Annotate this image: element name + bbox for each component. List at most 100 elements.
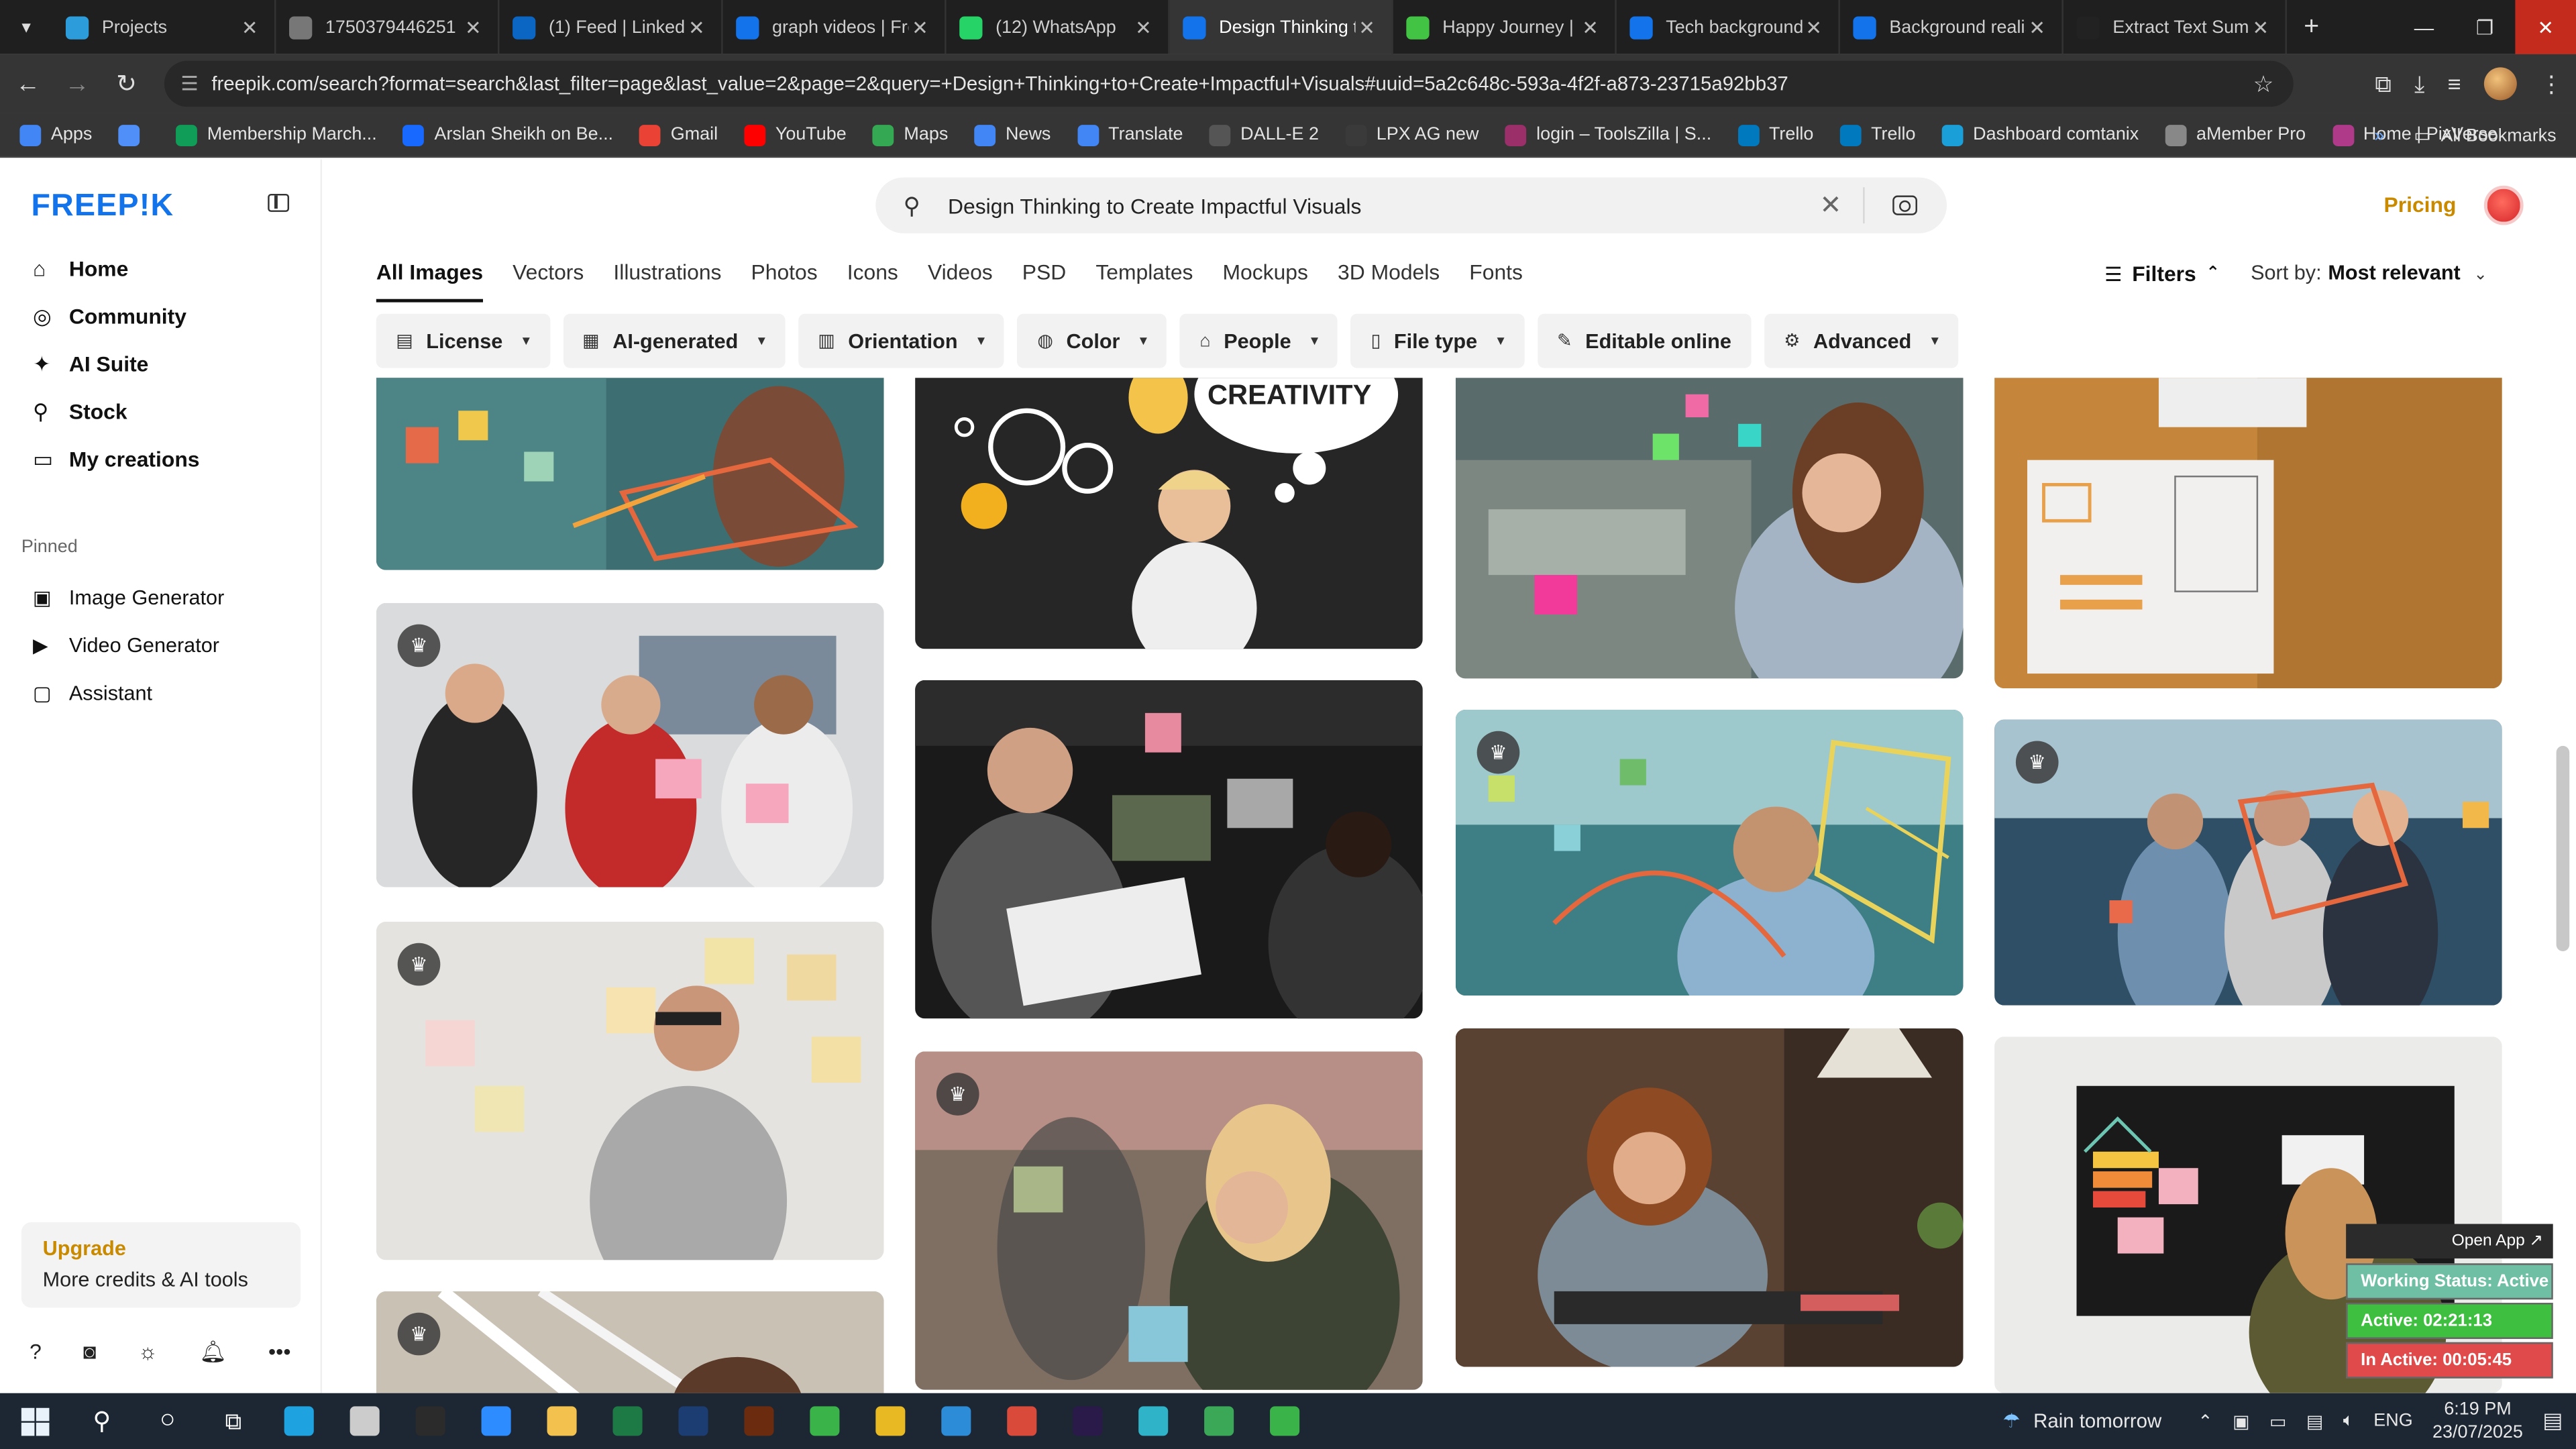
image-result[interactable]: CREATIVITY — [915, 378, 1423, 649]
tab-close-icon[interactable]: ✕ — [1803, 15, 1825, 38]
sidebar-collapse-icon[interactable] — [268, 193, 290, 212]
browser-tab[interactable]: (12) WhatsApp ✕ — [947, 0, 1170, 54]
pen-icon[interactable] — [332, 1393, 398, 1449]
image-result[interactable] — [915, 680, 1423, 1019]
language-indicator[interactable]: ENG — [2373, 1411, 2412, 1431]
page-scrollbar[interactable] — [2556, 745, 2570, 951]
tab-psd[interactable]: PSD — [1022, 260, 1066, 303]
tab-close-icon[interactable]: ✕ — [462, 15, 484, 38]
browser-tab[interactable]: Projects ✕ — [52, 0, 276, 54]
bookmark-item[interactable]: Translate — [1077, 123, 1183, 146]
user-avatar[interactable] — [2483, 185, 2524, 225]
premiere-icon[interactable] — [1055, 1393, 1120, 1449]
filter-people-dropdown[interactable]: ⌂ People ▾ — [1179, 313, 1338, 368]
browser-menu-icon[interactable]: ⋮ — [2540, 70, 2563, 98]
tab-close-icon[interactable]: ✕ — [2249, 15, 2272, 38]
terminal-icon[interactable] — [398, 1393, 464, 1449]
sidebar-item-home[interactable]: ⌂ Home — [0, 245, 322, 292]
site-info-icon[interactable]: ☰ — [180, 72, 198, 95]
tab-icons[interactable]: Icons — [847, 260, 898, 303]
bookmark-item[interactable]: login – ToolsZilla | S... — [1505, 123, 1711, 146]
tab-close-icon[interactable]: ✕ — [908, 15, 931, 38]
bookmark-item[interactable]: YouTube — [744, 123, 847, 146]
tab-all-images[interactable]: All Images — [376, 260, 484, 303]
browser-tab[interactable]: graph videos | Free✕ — [723, 0, 947, 54]
tab-close-icon[interactable]: ✕ — [685, 15, 708, 38]
extensions-icon[interactable]: ⧉ — [2375, 70, 2391, 98]
tab-vectors[interactable]: Vectors — [513, 260, 584, 303]
bookmark-item[interactable]: Trello — [1737, 123, 1813, 146]
downloads-icon[interactable]: ⤓ — [2414, 70, 2424, 98]
filters-toggle-button[interactable]: ☰ Filters ⌃ — [2104, 261, 2220, 286]
image-result[interactable]: ♛ — [376, 1291, 884, 1393]
illustrator-icon[interactable] — [726, 1393, 792, 1449]
image-result[interactable] — [1455, 1028, 1964, 1367]
filter-license-dropdown[interactable]: ▤ License ▾ — [376, 313, 550, 368]
image-result[interactable]: ♛ — [1994, 719, 2502, 1006]
camtasia-alt-icon[interactable] — [1252, 1393, 1318, 1449]
filter-ai-generated-dropdown[interactable]: ▦ AI-generated ▾ — [562, 313, 786, 368]
image-result[interactable]: ♛ — [376, 921, 884, 1260]
restore-icon[interactable]: ❐ — [2455, 0, 2516, 54]
filter-advanced-dropdown[interactable]: ⚙ Advanced ▾ — [1764, 313, 1959, 368]
new-tab-button[interactable]: + — [2287, 12, 2336, 42]
bookmark-item[interactable]: News — [974, 123, 1051, 146]
image-result[interactable]: ♛ — [1455, 709, 1964, 996]
bookmark-item[interactable]: DALL-E 2 — [1209, 123, 1319, 146]
tray-chevron-icon[interactable]: ⌃ — [2198, 1410, 2213, 1432]
tab-close-icon[interactable]: ✕ — [2026, 15, 2049, 38]
bookmark-item[interactable]: Gmail — [639, 123, 718, 146]
bookmark-item[interactable]: LPX AG new — [1345, 123, 1479, 146]
vscode-icon[interactable] — [923, 1393, 989, 1449]
freepik-logo[interactable]: FREEP!K — [32, 189, 174, 225]
camera-tray-icon[interactable]: ▣ — [2233, 1410, 2249, 1432]
browser-tab[interactable]: Tech background ✕ — [1617, 0, 1840, 54]
url-input[interactable]: ☰ freepik.com/search?format=search&last_… — [164, 60, 2294, 107]
pricing-link[interactable]: Pricing — [2383, 193, 2456, 217]
zoom-icon[interactable] — [464, 1393, 529, 1449]
tab-illustrations[interactable]: Illustrations — [613, 260, 721, 303]
tab-close-icon[interactable]: ✕ — [1578, 15, 1601, 38]
chrome-icon[interactable] — [857, 1393, 923, 1449]
bookmark-star-icon[interactable]: ☆ — [2253, 70, 2274, 98]
image-result[interactable] — [376, 378, 884, 570]
tab-close-icon[interactable]: ✕ — [1132, 15, 1155, 38]
more-bookmarks-icon[interactable]: » — [2374, 125, 2384, 145]
filter-editable-online-dropdown[interactable]: ✎ Editable online — [1537, 313, 1752, 368]
reload-icon[interactable]: ↻ — [102, 69, 151, 99]
reading-list-icon[interactable]: ≡ — [2448, 70, 2461, 97]
tab-search-icon[interactable]: ▾ — [0, 0, 52, 54]
camera-search-icon[interactable] — [1892, 195, 1917, 215]
photoshop-icon[interactable] — [660, 1393, 726, 1449]
tab-mockups[interactable]: Mockups — [1223, 260, 1308, 303]
sort-dropdown[interactable]: Sort by: Most relevant ⌄ — [2251, 261, 2487, 284]
volume-icon[interactable]: 🔈︎ — [2343, 1410, 2354, 1432]
tab-3d-models[interactable]: 3D Models — [1338, 260, 1440, 303]
image-result[interactable]: ♛ — [376, 602, 884, 888]
bookmark-item[interactable]: Membership March... — [176, 123, 377, 146]
taskbar-clock[interactable]: 6:19 PM 23/07/2025 — [2432, 1398, 2523, 1444]
task-view-icon[interactable]: ⧉ — [201, 1393, 266, 1449]
tab-photos[interactable]: Photos — [751, 260, 818, 303]
bookmark-item[interactable]: Trello — [1839, 123, 1915, 146]
image-result[interactable]: ♛ — [915, 1051, 1423, 1390]
filter-color-dropdown[interactable]: ◍ Color ▾ — [1018, 313, 1167, 368]
image-result[interactable] — [1994, 378, 2502, 689]
minimize-icon[interactable]: — — [2394, 0, 2455, 54]
excel-icon[interactable] — [595, 1393, 661, 1449]
cortana-icon[interactable]: ○ — [135, 1393, 201, 1449]
tab-close-icon[interactable]: ✕ — [1355, 15, 1378, 38]
taskbar-search-icon[interactable]: ⚲ — [69, 1393, 135, 1449]
image-result[interactable] — [1455, 378, 1964, 679]
tab-templates[interactable]: Templates — [1095, 260, 1193, 303]
search-input[interactable] — [948, 193, 1803, 218]
tab-fonts[interactable]: Fonts — [1469, 260, 1523, 303]
search-icon[interactable]: ⚲ — [875, 191, 948, 219]
weather-widget[interactable]: ☂ Rain tomorrow — [2002, 1409, 2161, 1432]
chrome-alt-icon[interactable] — [1186, 1393, 1252, 1449]
bookmark-item[interactable]: Arslan Sheikh on Be... — [402, 123, 613, 146]
forward-icon[interactable]: → — [52, 70, 101, 98]
edge-icon[interactable] — [266, 1393, 332, 1449]
filter-file-type-dropdown[interactable]: ▯ File type ▾ — [1351, 313, 1525, 368]
all-bookmarks-folder[interactable]: ▭ All Bookmarks — [2414, 125, 2556, 146]
